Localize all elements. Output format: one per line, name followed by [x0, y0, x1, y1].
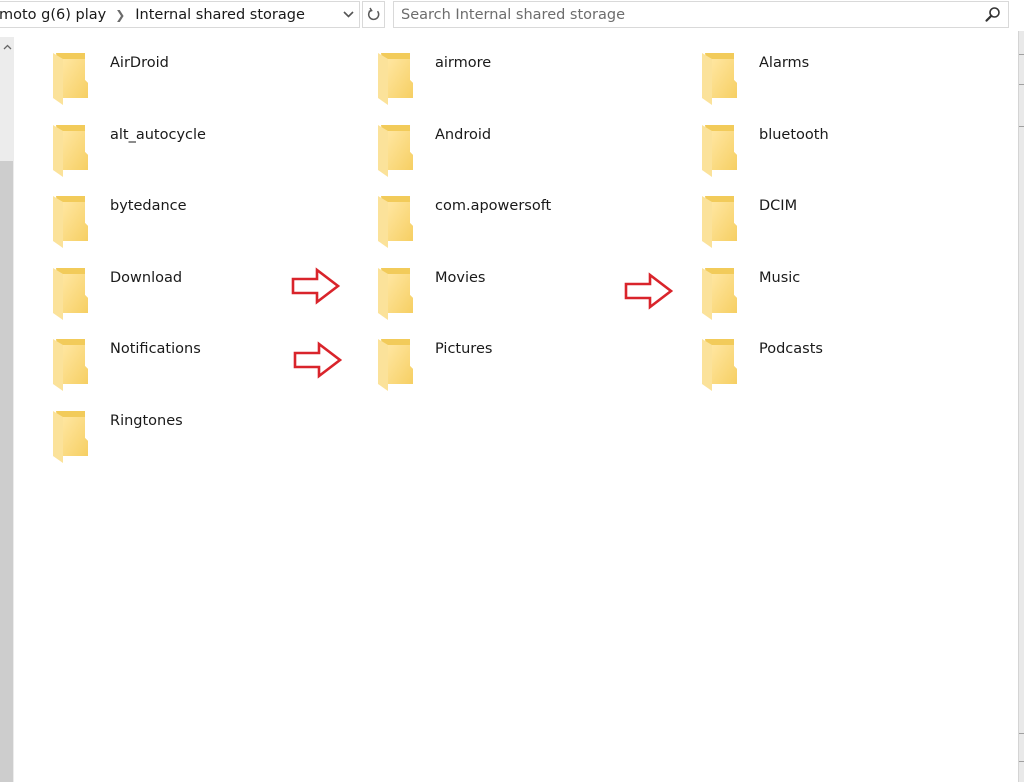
folder-icon: [53, 196, 88, 248]
folder-icon: [702, 196, 737, 248]
folder-name: bluetooth: [759, 127, 829, 143]
folder-item-music[interactable]: Music: [701, 265, 1001, 329]
folder-name: bytedance: [110, 198, 187, 214]
folder-icon: [53, 53, 88, 105]
folder-icon: [378, 339, 413, 391]
folder-grid: AirDroid airmore Alarms alt_autocycle An…: [0, 0, 1010, 782]
folder-icon: [378, 268, 413, 320]
folder-icon: [378, 196, 413, 248]
folder-item-ringtones[interactable]: Ringtones: [52, 408, 352, 472]
folder-item-dcim[interactable]: DCIM: [701, 193, 1001, 257]
folder-name: Android: [435, 127, 492, 143]
folder-name: Podcasts: [759, 341, 823, 357]
folder-item-airdroid[interactable]: AirDroid: [52, 50, 352, 114]
annotation-arrow-music: [624, 272, 674, 310]
annotation-arrow-movies: [291, 267, 341, 305]
folder-item-pictures[interactable]: Pictures: [377, 336, 677, 400]
folder-icon: [53, 125, 88, 177]
folder-item-bytedance[interactable]: bytedance: [52, 193, 352, 257]
right-pane-edge: [1018, 31, 1024, 782]
folder-icon: [702, 268, 737, 320]
folder-item-alt-autocycle[interactable]: alt_autocycle: [52, 122, 352, 186]
folder-name: alt_autocycle: [110, 127, 206, 143]
folder-icon: [702, 53, 737, 105]
folder-name: airmore: [435, 55, 492, 71]
folder-icon: [378, 125, 413, 177]
folder-name: Pictures: [435, 341, 493, 357]
folder-name: Music: [759, 270, 801, 286]
folder-name: AirDroid: [110, 55, 169, 71]
folder-name: Download: [110, 270, 183, 286]
folder-item-android[interactable]: Android: [377, 122, 677, 186]
folder-icon: [53, 411, 88, 463]
folder-name: Alarms: [759, 55, 810, 71]
folder-item-com-apowersoft[interactable]: com.apowersoft: [377, 193, 677, 257]
folder-icon: [53, 339, 88, 391]
folder-icon: [378, 53, 413, 105]
folder-item-bluetooth[interactable]: bluetooth: [701, 122, 1001, 186]
folder-name: Ringtones: [110, 413, 183, 429]
folder-name: Notifications: [110, 341, 201, 357]
folder-name: Movies: [435, 270, 486, 286]
folder-item-alarms[interactable]: Alarms: [701, 50, 1001, 114]
folder-icon: [53, 268, 88, 320]
folder-item-podcasts[interactable]: Podcasts: [701, 336, 1001, 400]
folder-icon: [702, 339, 737, 391]
folder-icon: [702, 125, 737, 177]
folder-name: com.apowersoft: [435, 198, 552, 214]
folder-item-airmore[interactable]: airmore: [377, 50, 677, 114]
folder-name: DCIM: [759, 198, 798, 214]
annotation-arrow-pictures: [293, 341, 343, 379]
